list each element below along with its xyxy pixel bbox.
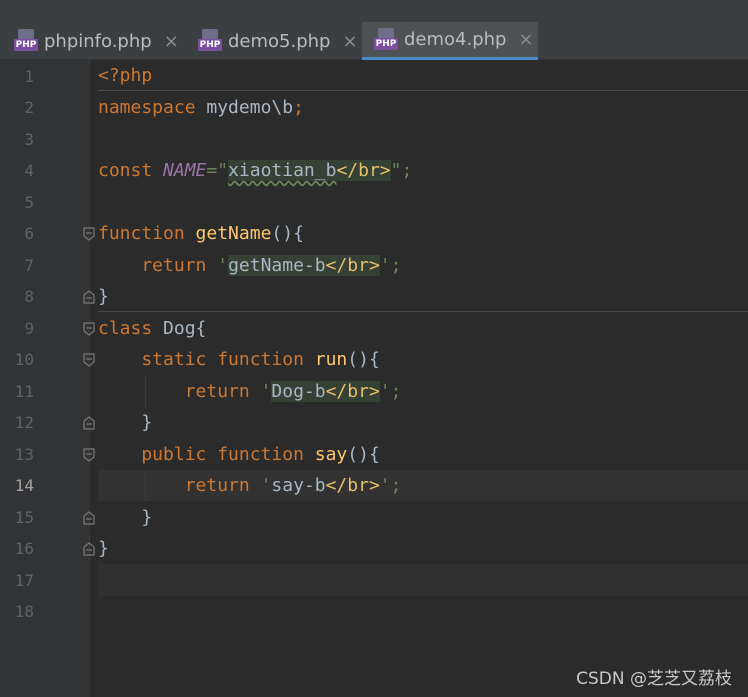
code-line-11: return 'Dog-b</br>'; bbox=[98, 381, 402, 402]
method-separator bbox=[98, 311, 748, 312]
tab-label: demo5.php bbox=[228, 30, 331, 52]
window-top-strip bbox=[0, 0, 748, 18]
code-line-6: function getName(){ bbox=[98, 223, 304, 244]
close-icon[interactable]: × bbox=[342, 31, 357, 52]
code-line-12: } bbox=[98, 412, 153, 433]
tab-demo5[interactable]: PHP demo5.php × bbox=[198, 22, 358, 60]
close-icon[interactable]: × bbox=[518, 29, 533, 50]
line-number: 6 bbox=[24, 224, 34, 243]
php-file-icon: PHP bbox=[374, 27, 398, 52]
tab-demo4[interactable]: PHP demo4.php × bbox=[362, 22, 538, 60]
code-line-14: return 'say-b</br>'; bbox=[98, 475, 402, 496]
end-of-code-region bbox=[98, 564, 748, 596]
line-number-current: 14 bbox=[14, 476, 34, 495]
line-number: 1 bbox=[24, 67, 34, 86]
line-number: 3 bbox=[24, 130, 34, 149]
line-number: 4 bbox=[24, 161, 34, 180]
line-number: 13 bbox=[14, 445, 34, 464]
code-line-16: } bbox=[98, 538, 109, 559]
code-line-15: } bbox=[98, 507, 153, 528]
code-line-4: const NAME="xiaotian_b</br>"; bbox=[98, 160, 413, 181]
line-number: 2 bbox=[24, 98, 34, 117]
line-number: 16 bbox=[14, 539, 34, 558]
line-number: 17 bbox=[14, 571, 34, 590]
method-separator bbox=[98, 90, 748, 91]
line-number: 9 bbox=[24, 319, 34, 338]
code-line-1: <?php bbox=[98, 65, 153, 86]
line-number: 8 bbox=[24, 287, 34, 306]
line-number: 11 bbox=[14, 382, 34, 401]
code-editor[interactable]: <?php namespace mydemo\b; const NAME="xi… bbox=[90, 60, 748, 697]
line-number: 7 bbox=[24, 256, 34, 275]
line-number: 12 bbox=[14, 413, 34, 432]
watermark: CSDN @芝芝又荔枝 bbox=[576, 669, 732, 689]
code-line-2: namespace mydemo\b; bbox=[98, 97, 304, 118]
tab-label: demo4.php bbox=[404, 29, 507, 50]
php-file-icon: PHP bbox=[14, 29, 38, 53]
editor-tab-bar: PHP phpinfo.php × PHP demo5.php × PHP de… bbox=[0, 18, 748, 60]
tab-phpinfo[interactable]: PHP phpinfo.php × bbox=[14, 22, 184, 60]
code-line-9: class Dog{ bbox=[98, 318, 207, 339]
line-number-gutter: 1 2 3 4 5 6 7 8 9 10 11 12 13 14 15 16 1… bbox=[0, 60, 95, 697]
close-icon[interactable]: × bbox=[164, 31, 179, 52]
line-number: 5 bbox=[24, 193, 34, 212]
php-file-icon: PHP bbox=[198, 29, 222, 53]
code-line-10: static function run(){ bbox=[98, 349, 380, 370]
tab-label: phpinfo.php bbox=[44, 30, 152, 52]
code-line-7: return 'getName-b</br>'; bbox=[98, 255, 402, 276]
line-number: 15 bbox=[14, 508, 34, 527]
code-line-13: public function say(){ bbox=[98, 444, 380, 465]
line-number: 18 bbox=[14, 602, 34, 621]
code-line-8: } bbox=[98, 286, 109, 307]
line-number: 10 bbox=[14, 350, 34, 369]
